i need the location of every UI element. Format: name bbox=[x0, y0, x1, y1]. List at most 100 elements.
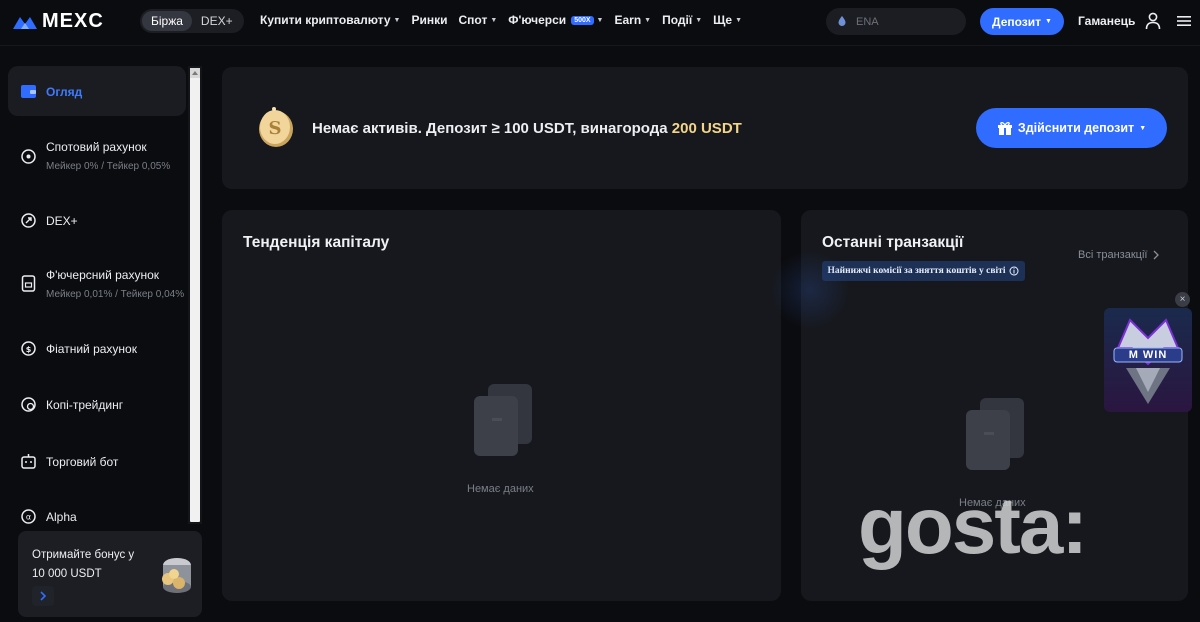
sidebar-item-futures-account[interactable]: Ф'ючерсний рахунок Мейкер 0,01% / Тейкер… bbox=[8, 265, 186, 310]
chevron-right-icon bbox=[1154, 250, 1160, 260]
deposit-label: Депозит bbox=[992, 14, 1042, 29]
user-profile-icon[interactable] bbox=[1145, 12, 1161, 30]
bonus-line-2: 10 000 USDT bbox=[32, 568, 102, 580]
coin-icon: S bbox=[259, 107, 293, 147]
bonus-text: Отримайте бонус у 10 000 USDT bbox=[32, 546, 152, 584]
sidebar-item-overview[interactable]: Огляд bbox=[8, 66, 186, 116]
sidebar-item-dex-plus[interactable]: DEX+ bbox=[8, 209, 186, 239]
nav-label: Ще bbox=[713, 13, 733, 27]
sidebar-item-label: Огляд bbox=[46, 85, 83, 99]
wallet-icon bbox=[21, 85, 36, 98]
make-deposit-label: Здійснити депозит bbox=[1017, 121, 1135, 135]
promo-text: Немає активів. Депозит ≥ 100 USDT, винаг… bbox=[312, 120, 668, 137]
svg-text:S: S bbox=[269, 118, 282, 139]
search-placeholder: ENA bbox=[856, 15, 879, 28]
sidebar-item-label: Ф'ючерсний рахунок bbox=[46, 268, 160, 282]
scroll-up-arrow-icon[interactable] bbox=[190, 68, 200, 78]
coin-pot-icon bbox=[162, 558, 191, 593]
sidebar-item-copy-trading[interactable]: Копі-трейдинг bbox=[8, 394, 186, 424]
chevron-right-icon bbox=[40, 591, 47, 601]
sidebar-item-label: Торговий бот bbox=[46, 455, 119, 469]
nav-label: Earn bbox=[614, 13, 642, 27]
mode-dex-plus[interactable]: DEX+ bbox=[192, 11, 242, 31]
sidebar-item-label: Фіатний рахунок bbox=[46, 342, 137, 356]
fiat-coin-icon: $ bbox=[21, 341, 36, 356]
ad-title: M WIN bbox=[1128, 349, 1168, 361]
equity-trend-title: Тенденція капіталу bbox=[243, 234, 390, 251]
equity-trend-card: Тенденція капіталу Немає даних bbox=[222, 210, 781, 601]
top-navigation-bar: MEXC Біржа DEX+ Купити криптовалюту ▼ Ри… bbox=[0, 0, 1200, 46]
sidebar-item-fiat-account[interactable]: $ Фіатний рахунок bbox=[8, 338, 186, 368]
settings-icon[interactable] bbox=[1176, 13, 1192, 29]
nav-label: Спот bbox=[458, 13, 488, 27]
nav-label: Купити криптовалюту bbox=[260, 13, 391, 27]
scrollbar-thumb[interactable] bbox=[190, 68, 200, 522]
promo-message: Немає активів. Депозит ≥ 100 USDT, винаг… bbox=[312, 120, 742, 137]
gosta-watermark: gosta: bbox=[858, 481, 1088, 570]
close-ad-button[interactable]: × bbox=[1175, 292, 1190, 307]
alpha-icon: α bbox=[21, 509, 36, 524]
sidebar-scrollbar[interactable] bbox=[188, 66, 202, 524]
account-sidebar: Огляд Спотовий рахунок Мейкер 0% / Тейке… bbox=[8, 66, 188, 526]
wallet-link[interactable]: Гаманець bbox=[1078, 14, 1135, 28]
sidebar-item-label: DEX+ bbox=[46, 214, 78, 228]
fee-banner-text: Найнижчі комісії за зняття коштів у світ… bbox=[827, 266, 1006, 276]
nav-earn[interactable]: Earn ▼ bbox=[614, 13, 651, 27]
sidebar-item-label: Спотовий рахунок bbox=[46, 140, 147, 154]
caret-down-icon: ▼ bbox=[1139, 124, 1147, 132]
info-icon bbox=[1009, 266, 1019, 276]
mode-exchange[interactable]: Біржа bbox=[142, 11, 192, 31]
nav-spot[interactable]: Спот ▼ bbox=[459, 13, 498, 27]
sidebar-item-fees: Мейкер 0% / Тейкер 0,05% bbox=[46, 161, 171, 172]
search-icon bbox=[838, 16, 846, 26]
background-glow bbox=[770, 250, 850, 330]
dex-icon bbox=[21, 213, 36, 228]
caret-down-icon: ▼ bbox=[490, 16, 498, 24]
nav-markets[interactable]: Ринки bbox=[411, 13, 447, 27]
svg-text:$: $ bbox=[26, 345, 32, 354]
sidebar-item-label: Копі-трейдинг bbox=[46, 398, 124, 412]
make-deposit-button[interactable]: Здійснити депозит ▼ bbox=[976, 108, 1167, 148]
nav-buy-crypto[interactable]: Купити криптовалюту ▼ bbox=[260, 13, 400, 27]
copy-trade-icon bbox=[21, 397, 36, 412]
futures-doc-icon bbox=[21, 275, 36, 292]
bonus-line-1: Отримайте бонус у bbox=[32, 549, 135, 561]
all-transactions-link[interactable]: Всі транзакції bbox=[1078, 249, 1160, 261]
search-input[interactable]: ENA bbox=[826, 8, 966, 35]
target-icon bbox=[21, 149, 36, 164]
caret-down-icon: ▼ bbox=[393, 16, 401, 24]
floating-promo-ad[interactable]: M WIN bbox=[1104, 308, 1192, 412]
caret-down-icon: ▼ bbox=[596, 16, 604, 24]
main-nav: Купити криптовалюту ▼ Ринки Спот ▼ Ф'юче… bbox=[260, 13, 742, 27]
caret-down-icon: ▼ bbox=[1045, 18, 1052, 25]
nav-label: Ф'ючерси bbox=[508, 13, 567, 27]
nav-more[interactable]: Ще ▼ bbox=[713, 13, 742, 27]
caret-down-icon: ▼ bbox=[695, 16, 703, 24]
deposit-button[interactable]: Депозит ▼ bbox=[980, 8, 1064, 35]
bonus-promo-card[interactable]: Отримайте бонус у 10 000 USDT bbox=[18, 531, 202, 617]
lowest-fees-banner[interactable]: Найнижчі комісії за зняття коштів у світ… bbox=[822, 261, 1025, 281]
empty-data-icon bbox=[966, 398, 1024, 470]
exchange-mode-switch: Біржа DEX+ bbox=[140, 9, 244, 33]
nav-label: Події bbox=[662, 13, 693, 27]
leverage-badge: 500X bbox=[571, 15, 594, 25]
mexc-logo-mark-icon bbox=[13, 16, 37, 29]
bonus-arrow-button[interactable] bbox=[32, 586, 54, 606]
promo-reward: 200 USDT bbox=[671, 120, 742, 137]
deposit-promo-card: S Немає активів. Депозит ≥ 100 USDT, вин… bbox=[222, 67, 1188, 189]
nav-label: Ринки bbox=[411, 13, 448, 27]
caret-down-icon: ▼ bbox=[735, 16, 743, 24]
gift-icon bbox=[997, 122, 1012, 135]
sidebar-item-trading-bot[interactable]: Торговий бот bbox=[8, 451, 186, 481]
sidebar-item-fees: Мейкер 0,01% / Тейкер 0,04% bbox=[46, 289, 185, 300]
mexc-logo[interactable]: MEXC bbox=[12, 10, 104, 33]
all-transactions-label: Всі транзакції bbox=[1078, 249, 1148, 261]
nav-events[interactable]: Події ▼ bbox=[662, 13, 702, 27]
caret-down-icon: ▼ bbox=[644, 16, 652, 24]
sidebar-item-label: Alpha bbox=[46, 510, 77, 524]
svg-text:α: α bbox=[26, 513, 31, 522]
robot-icon bbox=[21, 454, 36, 469]
empty-data-icon bbox=[474, 384, 532, 456]
nav-futures[interactable]: Ф'ючерси 500X ▼ bbox=[508, 13, 603, 27]
sidebar-item-spot-account[interactable]: Спотовий рахунок Мейкер 0% / Тейкер 0,05… bbox=[8, 136, 186, 181]
